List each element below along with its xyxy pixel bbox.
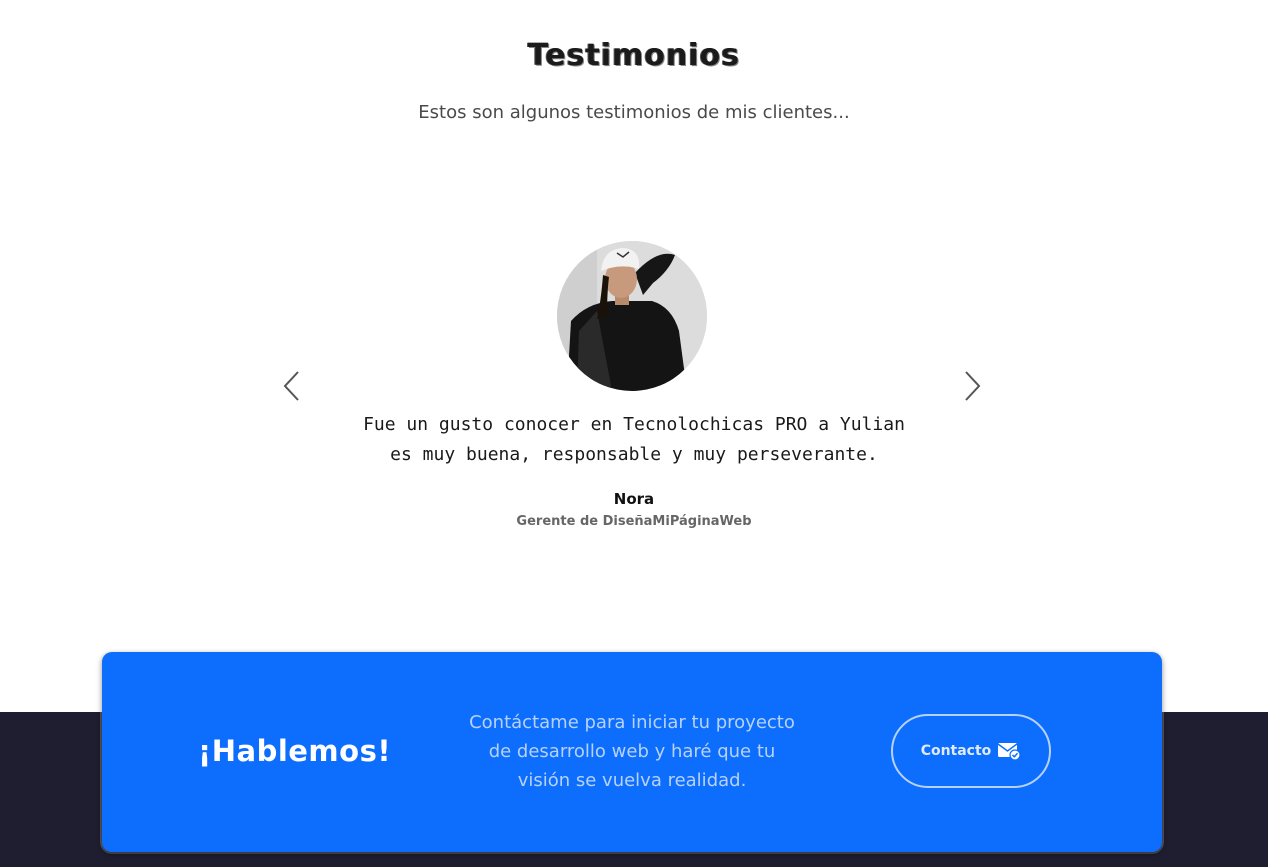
quote-line: es muy buena, responsable y muy persever…	[390, 444, 878, 465]
contact-button[interactable]: Contacto	[891, 714, 1051, 788]
cta-title: ¡Hablemos!	[198, 734, 392, 768]
testimonial-avatar	[557, 241, 707, 391]
carousel-next-button[interactable]	[952, 366, 992, 406]
carousel-prev-button[interactable]	[272, 366, 312, 406]
quote-line: Fue un gusto conocer en Tecnolochicas PR…	[363, 414, 905, 435]
cta-description: Contáctame para iniciar tu proyecto de d…	[462, 708, 802, 795]
contact-button-label: Contacto	[920, 743, 992, 759]
contact-cta-card: ¡Hablemos! Contáctame para iniciar tu pr…	[102, 652, 1162, 852]
chevron-right-icon	[965, 371, 981, 401]
chevron-left-icon	[283, 371, 299, 401]
testimonial-author-role: Gerente de DiseñaMiPáginaWeb	[516, 514, 752, 529]
cta-text-line: Contáctame para iniciar tu proyecto	[469, 712, 795, 733]
testimonial-author-name: Nora	[613, 490, 655, 508]
testimonials-title: Testimonios	[527, 38, 741, 73]
testimonials-subtitle: Estos son algunos testimonios de mis cli…	[418, 102, 850, 123]
cta-text-line: visión se vuelva realidad.	[517, 770, 747, 791]
testimonial-quote: Fue un gusto conocer en Tecnolochicas PR…	[270, 410, 998, 470]
cta-text-line: de desarrollo web y haré que tu	[488, 741, 776, 762]
envelope-check-icon	[997, 743, 1021, 761]
testimonial-carousel: Fue un gusto conocer en Tecnolochicas PR…	[270, 230, 998, 550]
